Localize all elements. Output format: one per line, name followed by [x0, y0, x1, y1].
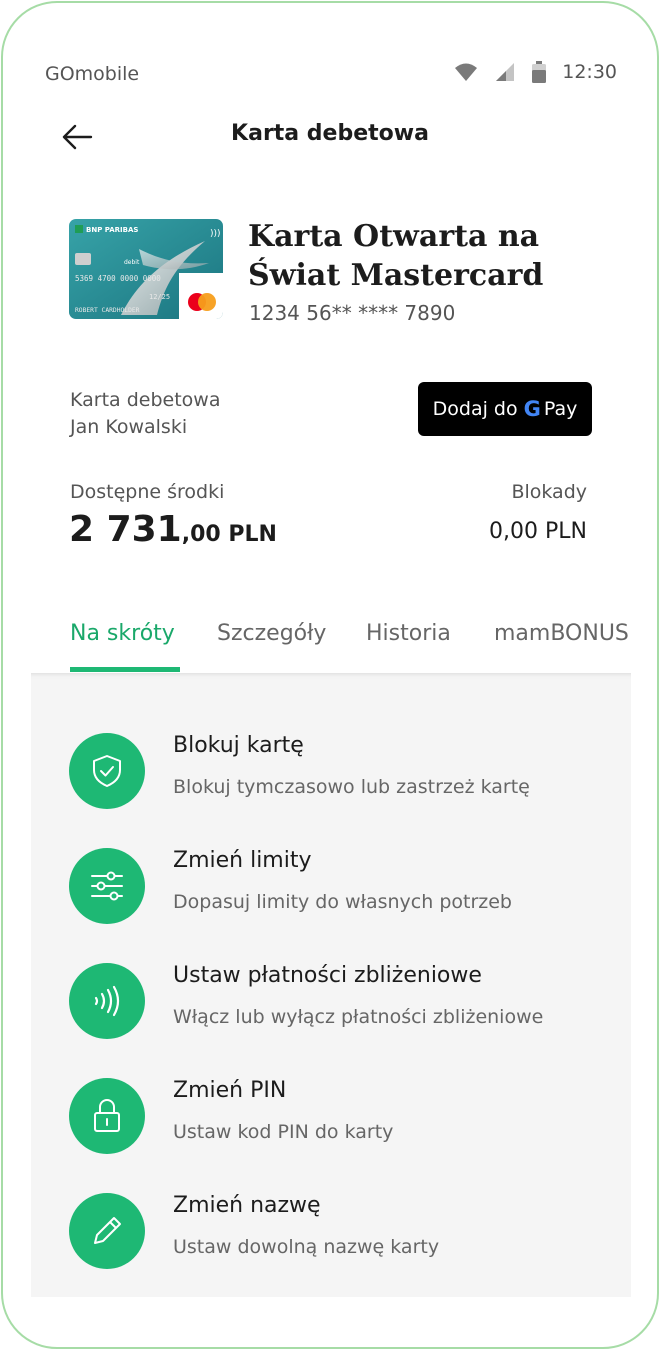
- card-holder: ROBERT CARDHOLDER: [75, 307, 140, 314]
- tab-bar: Na skróty Szczegóły Historia mamBONUS: [3, 603, 657, 675]
- wifi-icon: [455, 63, 478, 81]
- action-description: Blokuj tymczasowo lub zastrzeż kartę: [173, 776, 530, 798]
- contactless-icon: [94, 985, 120, 1017]
- cellular-signal-icon: [496, 63, 515, 81]
- action-change-pin[interactable]: Zmień PIN Ustaw kod PIN do karty: [69, 1076, 609, 1156]
- status-bar: GOmobile 12:30: [3, 61, 657, 95]
- battery-icon: [532, 61, 547, 83]
- phone-frame: GOmobile 12:30 Karta debetowa BNP PARIBA…: [1, 1, 659, 1349]
- action-icon-circle: [69, 963, 145, 1039]
- tab-na-skroty[interactable]: Na skróty: [70, 621, 175, 646]
- action-icon-circle: [69, 848, 145, 924]
- action-description: Ustaw dowolną nazwę karty: [173, 1236, 440, 1258]
- blocked-funds-amount: 0,00 PLN: [489, 519, 587, 544]
- gpay-pay-word: Pay: [543, 398, 578, 420]
- quick-actions-panel: Blokuj kartę Blokuj tymczasowo lub zastr…: [31, 673, 631, 1297]
- card-artwork: BNP PARIBAS ))) debit 5369 4700 0000 000…: [69, 219, 223, 319]
- available-funds-label: Dostępne środki: [70, 481, 225, 503]
- available-funds-amount: 2 731,00 PLN: [69, 509, 277, 550]
- card-product-name: Karta Otwarta na Świat Mastercard: [248, 219, 544, 293]
- action-rename-card[interactable]: Zmień nazwę Ustaw dowolną nazwę karty: [69, 1191, 609, 1271]
- action-icon-circle: [69, 733, 145, 809]
- card-type: Karta debetowa: [70, 389, 221, 411]
- action-contactless-payments[interactable]: Ustaw płatności zbliżeniowe Włącz lub wy…: [69, 961, 609, 1041]
- action-change-limits[interactable]: Zmień limity Dopasuj limity do własnych …: [69, 846, 609, 926]
- card-owner-name: Jan Kowalski: [70, 416, 188, 438]
- tab-mambonus[interactable]: mamBONUS: [494, 621, 629, 646]
- action-icon-circle: [69, 1193, 145, 1269]
- pencil-icon: [94, 1217, 121, 1244]
- lock-icon: [94, 1099, 120, 1132]
- page-title: Karta debetowa: [231, 121, 429, 146]
- action-description: Ustaw kod PIN do karty: [173, 1121, 394, 1143]
- card-bank-brand: BNP PARIBAS: [86, 226, 138, 234]
- status-icons: 12:30: [454, 61, 617, 83]
- action-title: Zmień limity: [173, 848, 312, 873]
- card-expiry: 12/25: [149, 293, 170, 301]
- card-masked-number: 1234 56** **** 7890: [249, 301, 456, 325]
- action-title: Zmień nazwę: [173, 1193, 321, 1218]
- svg-text:))): ))): [210, 229, 221, 239]
- action-title: Zmień PIN: [173, 1078, 287, 1103]
- blocked-funds-label: Blokady: [511, 481, 587, 503]
- action-description: Dopasuj limity do własnych potrzeb: [173, 891, 512, 913]
- available-funds-main: 2 731: [69, 509, 182, 550]
- tab-historia[interactable]: Historia: [366, 621, 451, 646]
- google-g-logo: G: [523, 397, 541, 421]
- action-title: Ustaw płatności zbliżeniowe: [173, 963, 482, 988]
- available-funds-rest: ,00 PLN: [181, 522, 277, 547]
- action-title: Blokuj kartę: [173, 733, 304, 758]
- tab-szczegoly[interactable]: Szczegóły: [217, 621, 326, 646]
- carrier-name: GOmobile: [45, 63, 140, 85]
- app-header: Karta debetowa: [3, 111, 657, 161]
- card-embossed-number: 5369 4700 0000 0000: [75, 274, 161, 283]
- add-to-google-pay-button[interactable]: Dodaj do G Pay: [418, 382, 592, 436]
- active-tab-indicator: [70, 667, 180, 672]
- card-image: BNP PARIBAS ))) debit 5369 4700 0000 000…: [69, 219, 223, 319]
- clock: 12:30: [562, 61, 617, 83]
- gpay-prefix: Dodaj do: [432, 398, 518, 420]
- action-description: Włącz lub wyłącz płatności zbliżeniowe: [173, 1006, 544, 1028]
- card-type-label: debit: [124, 259, 140, 266]
- sliders-icon: [91, 871, 123, 901]
- action-icon-circle: [69, 1078, 145, 1154]
- action-block-card[interactable]: Blokuj kartę Blokuj tymczasowo lub zastr…: [69, 731, 609, 811]
- shield-check-icon: [93, 755, 121, 787]
- card-owner-block: Karta debetowa Jan Kowalski: [70, 387, 220, 441]
